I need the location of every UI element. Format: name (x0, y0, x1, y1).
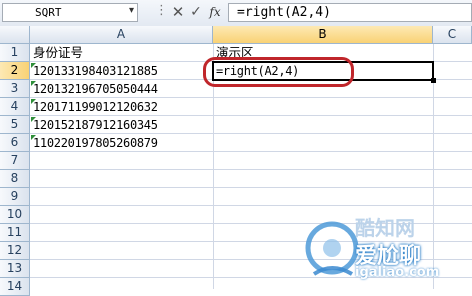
row-header-12[interactable]: 12 (0, 242, 30, 260)
watermark-line1: 酷知网 (355, 216, 415, 240)
fx-icon[interactable]: fx (206, 3, 224, 22)
row-header-3[interactable]: 3 (0, 80, 30, 98)
error-indicator-icon[interactable] (31, 63, 36, 68)
name-box[interactable]: SQRT ▾ (2, 3, 138, 22)
name-box-value: SQRT (35, 6, 62, 19)
error-indicator-icon[interactable] (31, 135, 36, 140)
row-header-2[interactable]: 2 (0, 62, 30, 80)
column-header-a[interactable]: A (30, 26, 213, 44)
watermark: 酷知网 爱尬聊 igaliao.com (300, 212, 472, 289)
resize-handle[interactable]: ⋮ (155, 3, 168, 18)
row-header-14[interactable]: 14 (0, 278, 30, 296)
error-indicator-icon[interactable] (31, 117, 36, 122)
formula-bar: SQRT ▾ ⋮ ✕ ✓ fx =right(A2,4) (0, 0, 472, 27)
row-header-8[interactable]: 8 (0, 170, 30, 188)
cell-a6[interactable]: 110220197805260879 (33, 135, 158, 152)
select-all-corner[interactable] (0, 26, 30, 44)
error-indicator-icon[interactable] (31, 99, 36, 104)
chevron-down-icon[interactable]: ▾ (129, 5, 134, 16)
column-header-b[interactable]: B (213, 26, 433, 44)
formula-input[interactable]: =right(A2,4) (228, 3, 472, 22)
watermark-line3: igaliao.com (355, 265, 440, 280)
cell-a1[interactable]: 身份证号 (33, 44, 83, 61)
error-indicator-icon[interactable] (31, 81, 36, 86)
fill-handle[interactable] (431, 78, 436, 83)
cell-a3[interactable]: 120132196705050444 (33, 81, 158, 98)
close-icon[interactable]: ✕ (170, 3, 186, 22)
row-header-5[interactable]: 5 (0, 116, 30, 134)
row-header-13[interactable]: 13 (0, 260, 30, 278)
cell-a5[interactable]: 120152187912160345 (33, 117, 158, 134)
row-header-4[interactable]: 4 (0, 98, 30, 116)
row-header-9[interactable]: 9 (0, 188, 30, 206)
row-header-10[interactable]: 10 (0, 206, 30, 224)
row-header-11[interactable]: 11 (0, 224, 30, 242)
cell-a4[interactable]: 120171199012120632 (33, 99, 158, 116)
row-header-1[interactable]: 1 (0, 44, 30, 62)
column-header-c[interactable]: C (433, 26, 472, 44)
cell-a2[interactable]: 120133198403121885 (33, 63, 158, 80)
watermark-logo-icon (305, 221, 359, 276)
annotation-circle (203, 57, 354, 87)
row-header-7[interactable]: 7 (0, 152, 30, 170)
checkmark-icon[interactable]: ✓ (188, 3, 204, 22)
row-header-6[interactable]: 6 (0, 134, 30, 152)
